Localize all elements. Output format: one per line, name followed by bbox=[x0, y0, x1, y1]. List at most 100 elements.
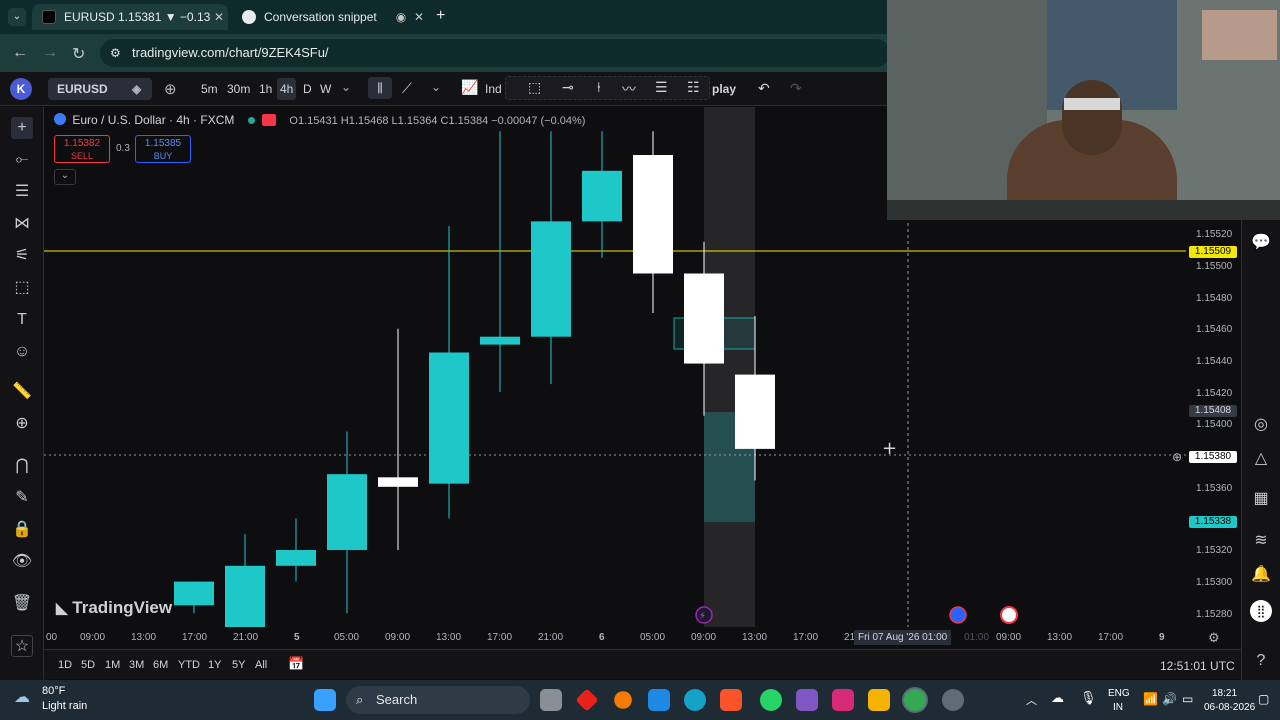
chart-settings-icon[interactable]: ⚙ bbox=[1208, 630, 1220, 646]
line-drawing-icon[interactable]: ⟋ bbox=[402, 80, 412, 97]
time-scale[interactable]: 00 09:00 13:00 17:00 21:00 5 05:00 09:00… bbox=[44, 627, 1241, 649]
site-info-icon[interactable]: ⚙ bbox=[110, 39, 121, 67]
trash-icon[interactable]: 🗑 bbox=[11, 593, 33, 615]
add-symbol-icon[interactable]: ⊕ bbox=[164, 80, 177, 98]
apps-grid-icon[interactable]: ⣿ bbox=[1250, 600, 1272, 622]
chevron-down-icon[interactable]: ⌄ bbox=[431, 80, 441, 94]
trend-line-icon[interactable]: ⟜ bbox=[11, 149, 33, 171]
target-icon[interactable]: ◎ bbox=[1250, 414, 1272, 436]
whatsapp-icon[interactable] bbox=[760, 689, 782, 711]
microphone-icon[interactable]: 🎙 bbox=[1080, 690, 1097, 706]
range-3m[interactable]: 3M bbox=[129, 659, 144, 671]
taskbar-search-input[interactable]: ⌕ Search bbox=[346, 686, 530, 714]
horizontal-ray-icon[interactable]: ⊸ bbox=[562, 79, 574, 96]
shapes-icon[interactable]: ⬚ bbox=[11, 277, 33, 299]
lock-icon[interactable]: 🔒 bbox=[11, 519, 33, 541]
notification-icon[interactable]: ▢ bbox=[1258, 692, 1269, 706]
instagram-icon[interactable] bbox=[832, 689, 854, 711]
tab-conversation[interactable]: Conversation snippet ◉ ✕ bbox=[232, 4, 428, 30]
volume-icon[interactable]: 🔊 bbox=[1162, 692, 1177, 706]
gann-icon[interactable]: ⚟ bbox=[11, 245, 33, 267]
indicators-icon[interactable]: 📈 bbox=[461, 79, 478, 96]
vertical-line-icon[interactable]: ⍿ bbox=[597, 79, 601, 96]
redo-icon[interactable]: ↷ bbox=[790, 80, 802, 97]
range-1m[interactable]: 1M bbox=[105, 659, 120, 671]
pitchfork-icon[interactable]: ⋈ bbox=[11, 213, 33, 235]
back-button[interactable]: ← bbox=[12, 44, 28, 62]
onedrive-icon[interactable]: ☁ bbox=[1051, 690, 1064, 706]
range-1y[interactable]: 1Y bbox=[208, 659, 221, 671]
compare-icon[interactable]: ◈ bbox=[132, 78, 141, 100]
symbol-search-input[interactable]: EURUSD ◈ bbox=[48, 78, 152, 100]
fib-channel-icon[interactable]: ☷ bbox=[687, 79, 700, 96]
candles-chart-type-icon[interactable]: ⫼ bbox=[368, 77, 392, 99]
app-orange-icon[interactable] bbox=[614, 691, 632, 709]
avatar[interactable]: K bbox=[10, 78, 32, 100]
ideas-icon[interactable]: △ bbox=[1250, 448, 1272, 470]
symbol-title[interactable]: Euro / U.S. Dollar · 4h · FXCM bbox=[72, 113, 234, 127]
collapse-legend-button[interactable]: ⌄ bbox=[54, 169, 76, 185]
url-input[interactable]: ⚙ tradingview.com/chart/9ZEK4SFu/ bbox=[100, 39, 890, 67]
close-icon[interactable]: ✕ bbox=[210, 10, 228, 24]
tab-eurusd[interactable]: EURUSD 1.15381 ▼ −0.13% Un ✕ bbox=[32, 4, 228, 30]
range-1d[interactable]: 1D bbox=[58, 659, 72, 671]
range-5y[interactable]: 5Y bbox=[232, 659, 245, 671]
favorites-star-icon[interactable]: ☆ bbox=[11, 635, 33, 657]
rectangle-icon[interactable]: ⬚ bbox=[528, 79, 541, 96]
sell-button[interactable]: 1.15382 SELL bbox=[54, 135, 110, 163]
crosshair-icon[interactable]: + bbox=[11, 117, 33, 139]
date-range-calendar-icon[interactable]: 📅 bbox=[288, 656, 304, 672]
app-settings-icon[interactable] bbox=[942, 689, 964, 711]
buy-button[interactable]: 1.15385 BUY bbox=[135, 135, 191, 163]
vscode-icon[interactable] bbox=[648, 689, 670, 711]
edge-icon[interactable] bbox=[684, 689, 706, 711]
range-ytd[interactable]: YTD bbox=[178, 659, 200, 671]
interval-30m[interactable]: 30m bbox=[227, 82, 250, 96]
add-alert-icon[interactable]: ⊕ bbox=[1172, 450, 1182, 464]
signal-icon[interactable]: ≋ bbox=[1250, 530, 1272, 552]
undo-icon[interactable]: ↶ bbox=[758, 80, 770, 97]
interval-1h[interactable]: 1h bbox=[259, 82, 272, 96]
taskbar-date[interactable]: 06-08-2026 bbox=[1204, 702, 1255, 713]
range-5d[interactable]: 5D bbox=[81, 659, 95, 671]
interval-w[interactable]: W bbox=[320, 82, 331, 96]
chat-icon[interactable]: 💬 bbox=[1250, 232, 1272, 254]
forward-button[interactable]: → bbox=[42, 44, 58, 62]
help-icon[interactable]: ? bbox=[1250, 650, 1272, 672]
taskbar-time[interactable]: 18:21 bbox=[1212, 688, 1237, 699]
eye-icon[interactable]: 👁 bbox=[11, 551, 33, 573]
indicators-button[interactable]: Ind bbox=[485, 82, 502, 96]
file-explorer-icon[interactable] bbox=[868, 689, 890, 711]
tab-menu-icon[interactable]: ⌄ bbox=[8, 8, 26, 26]
text-icon[interactable]: T bbox=[11, 309, 33, 331]
interval-4h[interactable]: 4h bbox=[277, 78, 297, 100]
brave-icon[interactable] bbox=[720, 689, 742, 711]
language-code[interactable]: ENG bbox=[1108, 688, 1130, 699]
task-view-icon[interactable] bbox=[540, 689, 562, 711]
zoom-in-icon[interactable]: ⊕ bbox=[11, 413, 33, 435]
range-6m[interactable]: 6M bbox=[153, 659, 168, 671]
fib-icon[interactable]: ☰ bbox=[11, 181, 33, 203]
windows-start-icon[interactable] bbox=[314, 689, 336, 711]
range-all[interactable]: All bbox=[255, 659, 267, 671]
region-code[interactable]: IN bbox=[1113, 702, 1123, 713]
close-icon[interactable]: ✕ bbox=[410, 10, 428, 24]
magnet-icon[interactable]: ⋂ bbox=[11, 455, 33, 477]
wifi-icon[interactable]: 📶 bbox=[1143, 692, 1158, 706]
fib-retracement-icon[interactable]: ☰ bbox=[655, 79, 668, 96]
chevron-down-icon[interactable]: ⌄ bbox=[341, 80, 351, 94]
bell-icon[interactable]: 🔔 bbox=[1250, 564, 1272, 586]
pencil-lock-icon[interactable]: ✎ bbox=[11, 487, 33, 509]
chevron-up-icon[interactable]: ︿ bbox=[1026, 692, 1037, 708]
interval-5m[interactable]: 5m bbox=[201, 82, 218, 96]
chrome-icon[interactable] bbox=[904, 689, 926, 711]
reload-button[interactable]: ↻ bbox=[72, 44, 85, 64]
weather-widget[interactable]: ☁ 80°F Light rain bbox=[14, 685, 134, 715]
emoji-icon[interactable]: ☺ bbox=[11, 341, 33, 363]
interval-d[interactable]: D bbox=[303, 82, 312, 96]
ruler-icon[interactable]: 📏 bbox=[11, 381, 33, 403]
utc-clock[interactable]: 12:51:01 UTC bbox=[1160, 659, 1235, 673]
battery-icon[interactable]: ▭ bbox=[1182, 692, 1193, 706]
replay-button[interactable]: play bbox=[712, 82, 736, 96]
pattern-icon[interactable]: 〰 bbox=[622, 79, 636, 99]
